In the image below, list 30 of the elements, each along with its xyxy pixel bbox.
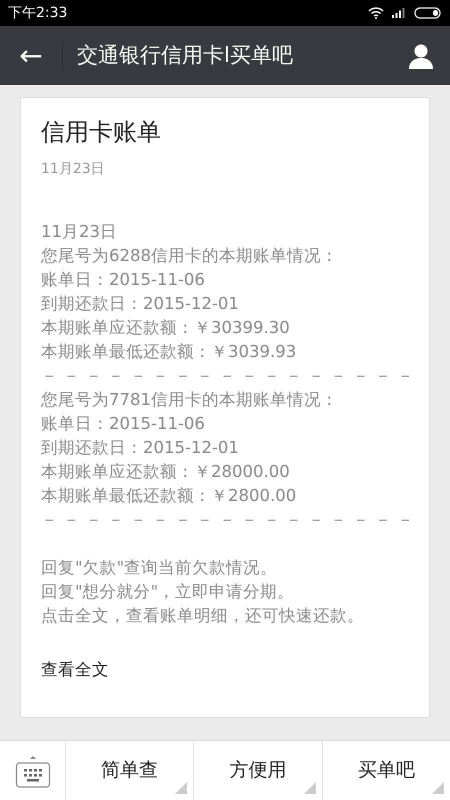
read-full-link[interactable]: 查看全文 [41,658,109,683]
message-line: 回复"欠款"查询当前欠款情况。 [41,556,278,579]
submenu-corner-icon [304,782,316,794]
back-button[interactable]: ← [0,40,62,70]
message-line: 回复"想分就分"，立即申请分期。 [41,580,296,603]
message-line: 本期账单应还款额：￥28000.00 [41,460,291,483]
message-line: 本期账单最低还款额：￥2800.00 [41,484,298,507]
chat-title: 交通银行信用卡l买单吧 [77,42,293,69]
message-line: － － － － － － － － － － － － － － － － － [41,364,409,387]
battery-icon [414,7,442,19]
message-line: － － － － － － － － － － － － － － － － － [41,508,409,531]
status-time: 下午2:33 [8,4,68,22]
message-line: 本期账单应还款额：￥30399.30 [41,316,291,339]
message-line: 11月23日 [41,220,118,243]
message-line: 您尾号为6288信用卡的本期账单情况： [41,244,339,267]
message-line: 点击全文，查看账单明细，还可快速还款。 [41,604,365,627]
message-line: 账单日：2015-11-06 [41,412,206,435]
signal-icon [392,8,406,18]
submenu-corner-icon [432,782,444,794]
message-line: 账单日：2015-11-06 [41,268,206,291]
card-date: 11月23日 [41,160,106,179]
submenu-corner-icon [175,782,188,794]
keyboard-icon [14,754,50,788]
wifi-icon [368,7,384,19]
message-line: 您尾号为7781信用卡的本期账单情况： [41,388,339,411]
profile-icon[interactable] [408,42,434,68]
message-line: 本期账单最低还款额：￥3039.93 [41,340,298,363]
message-line: 到期还款日：2015-12-01 [41,292,240,315]
card-title: 信用卡账单 [41,118,162,147]
message-line: 到期还款日：2015-12-01 [41,436,240,459]
